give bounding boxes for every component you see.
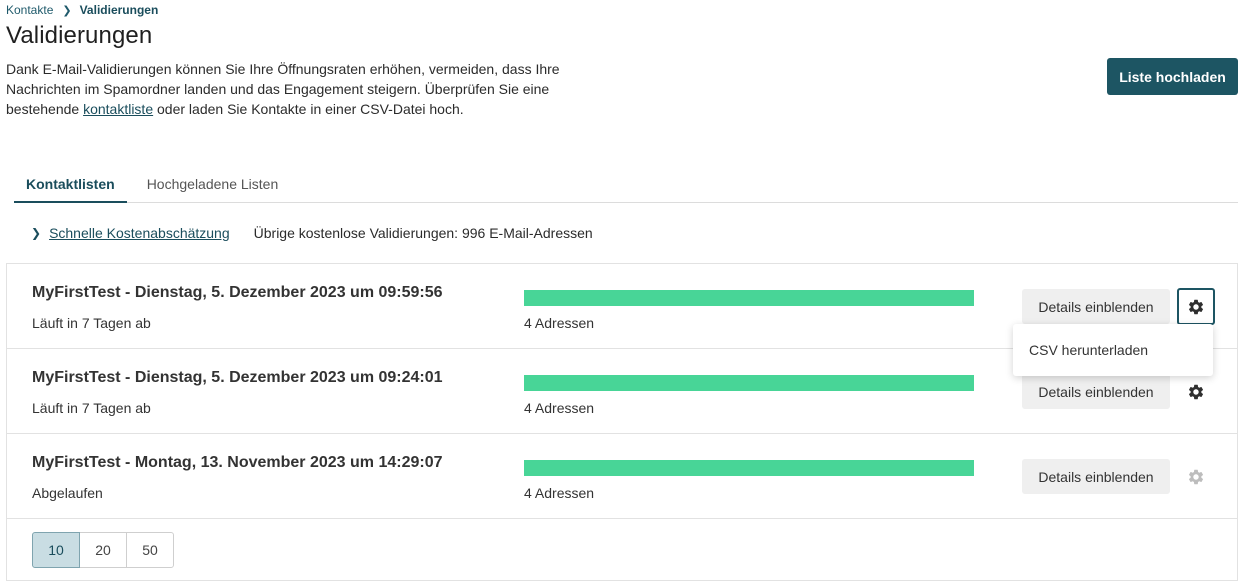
validation-list: MyFirstTest - Dienstag, 5. Dezember 2023… xyxy=(6,263,1238,581)
page-size-option[interactable]: 20 xyxy=(79,532,127,568)
breadcrumb-current: Validierungen xyxy=(79,3,159,17)
list-item-title: MyFirstTest - Dienstag, 5. Dezember 2023… xyxy=(32,369,443,386)
progress-bar xyxy=(524,460,974,476)
progress-fill xyxy=(524,290,974,306)
address-count: 4 Adressen xyxy=(524,485,595,501)
page-size-selector: 10 20 50 xyxy=(32,532,174,568)
breadcrumb-link-contacts[interactable]: Kontakte xyxy=(6,3,53,17)
progress-fill xyxy=(524,460,974,476)
address-count: 4 Adressen xyxy=(524,315,595,331)
remaining-validations-text: Übrige kostenlose Validierungen: 996 E-M… xyxy=(253,225,593,241)
upload-list-button[interactable]: Liste hochladen xyxy=(1107,58,1238,95)
progress-fill xyxy=(524,375,974,391)
progress-bar xyxy=(524,375,974,391)
address-count: 4 Adressen xyxy=(524,400,595,416)
list-item-title: MyFirstTest - Montag, 13. November 2023 … xyxy=(32,454,443,471)
gear-icon xyxy=(1188,384,1204,399)
list-item-title: MyFirstTest - Dienstag, 5. Dezember 2023… xyxy=(32,284,443,301)
page-title: Validierungen xyxy=(6,22,153,49)
tab-bar: Kontaktlisten Hochgeladene Listen xyxy=(14,172,1238,203)
show-details-button[interactable]: Details einblenden xyxy=(1022,374,1170,409)
chevron-right-icon: ❯ xyxy=(62,4,72,17)
intro-text-end: oder laden Sie Kontakte in einer CSV-Dat… xyxy=(153,101,464,117)
breadcrumb: Kontakte ❯ Validierungen xyxy=(6,3,158,17)
gear-icon xyxy=(1188,469,1204,484)
show-details-button[interactable]: Details einblenden xyxy=(1022,289,1170,324)
list-item-status: Abgelaufen xyxy=(32,485,103,501)
settings-button[interactable] xyxy=(1177,288,1215,325)
progress-bar xyxy=(524,290,974,306)
settings-button-disabled xyxy=(1177,458,1215,495)
list-item-status: Läuft in 7 Tagen ab xyxy=(32,400,151,416)
quick-cost-estimate-link[interactable]: Schnelle Kostenabschätzung xyxy=(49,225,230,241)
estimate-row: ❯ Schnelle Kostenabschätzung Übrige kost… xyxy=(31,225,593,241)
page-size-option[interactable]: 50 xyxy=(126,532,174,568)
settings-dropdown: CSV herunterladen xyxy=(1013,324,1213,376)
csv-download-menu-item[interactable]: CSV herunterladen xyxy=(1029,342,1148,358)
intro-text: Dank E-Mail-Validierungen können Sie Ihr… xyxy=(6,59,566,119)
page-size-option[interactable]: 10 xyxy=(32,532,80,568)
chevron-right-icon[interactable]: ❯ xyxy=(31,226,41,240)
list-item: MyFirstTest - Montag, 13. November 2023 … xyxy=(7,434,1237,519)
show-details-button[interactable]: Details einblenden xyxy=(1022,459,1170,494)
settings-button[interactable] xyxy=(1177,373,1215,410)
tab-contact-lists[interactable]: Kontaktlisten xyxy=(14,172,127,203)
gear-icon xyxy=(1188,299,1204,314)
contact-list-link[interactable]: kontaktliste xyxy=(83,101,153,117)
list-item-status: Läuft in 7 Tagen ab xyxy=(32,315,151,331)
validations-page: Kontakte ❯ Validierungen Validierungen D… xyxy=(0,0,1244,586)
tab-uploaded-lists[interactable]: Hochgeladene Listen xyxy=(135,172,291,203)
